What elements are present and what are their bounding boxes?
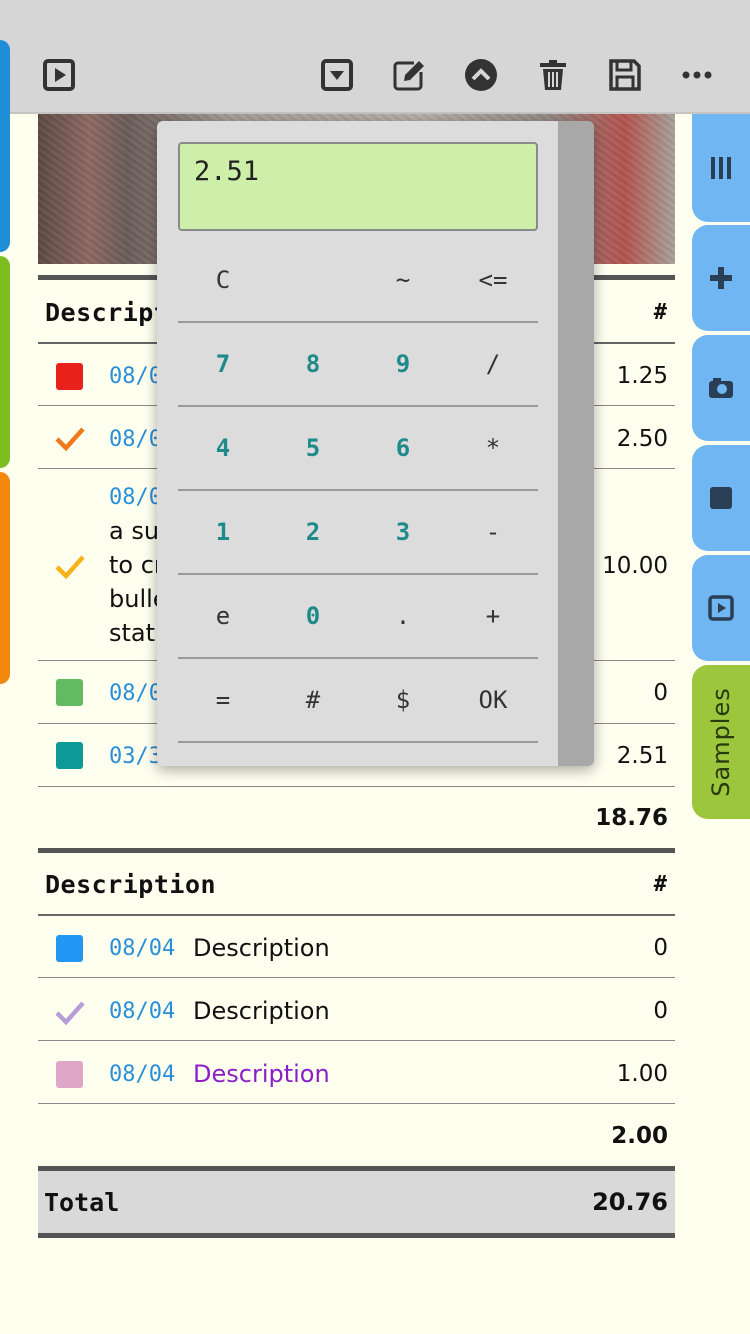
row-divider: [38, 786, 675, 787]
calc-key-dollar[interactable]: $: [358, 659, 448, 741]
row-description[interactable]: Description: [193, 934, 330, 962]
row-description-line: to cr: [109, 551, 164, 579]
calc-key-ok[interactable]: OK: [448, 659, 538, 741]
more-icon[interactable]: [680, 58, 714, 92]
side-tab-camera[interactable]: [692, 335, 750, 441]
row-date: 08/0: [109, 364, 162, 389]
table2-header-rule: [38, 914, 675, 916]
row-date: 08/0: [109, 681, 162, 706]
calc-key-4[interactable]: 4: [178, 407, 268, 489]
calculator-row: 4 5 6 *: [178, 407, 538, 491]
left-tab-orange[interactable]: [0, 472, 10, 684]
side-tab-stop[interactable]: [692, 445, 750, 551]
trash-icon[interactable]: [536, 58, 570, 92]
calc-key-hash[interactable]: #: [268, 659, 358, 741]
row-divider: [38, 1103, 675, 1104]
calc-key-7[interactable]: 7: [178, 323, 268, 405]
left-tab-blue[interactable]: [0, 40, 10, 252]
row-description-line: stat: [109, 619, 156, 647]
row-color-marker[interactable]: [56, 1061, 83, 1088]
total-bottom-rule: [38, 1233, 675, 1238]
edit-icon[interactable]: [392, 58, 426, 92]
calc-key-5[interactable]: 5: [268, 407, 358, 489]
side-tab-samples[interactable]: Samples: [692, 665, 750, 819]
calc-key-0[interactable]: 0: [268, 575, 358, 657]
plus-icon: [710, 267, 732, 289]
table1-header-description[interactable]: Descript: [45, 298, 169, 327]
calc-key-2[interactable]: 2: [268, 491, 358, 573]
columns-icon: [711, 157, 731, 179]
play-icon[interactable]: [42, 58, 76, 92]
calculator-popup: 2.51 C ~ <= 7 8 9 / 4 5 6 * 1 2 3 - e 0 …: [157, 121, 594, 766]
row-amount[interactable]: 0: [540, 998, 668, 1024]
calculator-row: 1 2 3 -: [178, 491, 538, 575]
row-date: 08/04: [109, 999, 176, 1024]
samples-label: Samples: [707, 687, 735, 797]
calculator-row: e 0 . +: [178, 575, 538, 659]
calculator-row: C ~ <=: [178, 239, 538, 323]
row-divider: [38, 977, 675, 978]
left-tab-green[interactable]: [0, 256, 10, 468]
check-icon[interactable]: [54, 550, 86, 582]
calc-key-8[interactable]: 8: [268, 323, 358, 405]
toolbar: [0, 0, 750, 114]
row-date: 08/04: [109, 936, 176, 961]
row-date: 08/04: [109, 1062, 176, 1087]
table2-top-rule: [38, 848, 675, 853]
calc-key-negate[interactable]: ~: [358, 239, 448, 321]
calc-key-decimal[interactable]: .: [358, 575, 448, 657]
row-amount[interactable]: 0: [540, 935, 668, 961]
row-date: 03/3: [109, 744, 162, 769]
calc-key-blank[interactable]: [268, 239, 358, 321]
camera-icon: [709, 378, 733, 398]
row-color-marker[interactable]: [56, 742, 83, 769]
calc-key-e[interactable]: e: [178, 575, 268, 657]
side-tab-add[interactable]: [692, 225, 750, 331]
stop-icon: [710, 487, 732, 509]
calc-key-9[interactable]: 9: [358, 323, 448, 405]
calc-key-multiply[interactable]: *: [448, 407, 538, 489]
table2-subtotal: 2.00: [611, 1123, 668, 1149]
check-icon[interactable]: [54, 996, 86, 1028]
row-amount[interactable]: 1.00: [540, 1061, 668, 1087]
row-description[interactable]: Description: [193, 1060, 330, 1088]
calc-key-backspace[interactable]: <=: [448, 239, 538, 321]
row-description[interactable]: Description: [193, 997, 330, 1025]
calc-key-subtract[interactable]: -: [448, 491, 538, 573]
calc-key-add[interactable]: +: [448, 575, 538, 657]
calc-key-equals[interactable]: =: [178, 659, 268, 741]
table2-header-description[interactable]: Description: [45, 870, 216, 899]
row-color-marker[interactable]: [56, 935, 83, 962]
row-description-line: a su: [109, 517, 160, 545]
play-box-icon: [708, 595, 734, 621]
side-tab-columns[interactable]: [692, 114, 750, 222]
side-tab-play[interactable]: [692, 555, 750, 661]
calculator-row: = # $ OK: [178, 659, 538, 743]
calculator-scrollbar[interactable]: [558, 121, 594, 766]
check-icon[interactable]: [54, 422, 86, 454]
row-color-marker[interactable]: [56, 679, 83, 706]
chevron-up-icon[interactable]: [464, 58, 498, 92]
total-value: 20.76: [592, 1188, 668, 1216]
table1-subtotal: 18.76: [595, 805, 668, 831]
row-date: 08/0: [109, 427, 162, 452]
calc-key-1[interactable]: 1: [178, 491, 268, 573]
calculator-row: 7 8 9 /: [178, 323, 538, 407]
calc-key-3[interactable]: 3: [358, 491, 448, 573]
calc-key-clear[interactable]: C: [178, 239, 268, 321]
total-label: Total: [44, 1188, 120, 1217]
calculator-display[interactable]: 2.51: [178, 142, 538, 231]
calc-key-divide[interactable]: /: [448, 323, 538, 405]
table1-header-number[interactable]: #: [620, 300, 667, 325]
row-divider: [38, 1040, 675, 1041]
save-icon[interactable]: [608, 58, 642, 92]
table2-header-number[interactable]: #: [620, 872, 667, 897]
row-color-marker[interactable]: [56, 363, 83, 390]
dropdown-icon[interactable]: [320, 58, 354, 92]
row-date: 08/0: [109, 485, 162, 510]
calc-key-6[interactable]: 6: [358, 407, 448, 489]
